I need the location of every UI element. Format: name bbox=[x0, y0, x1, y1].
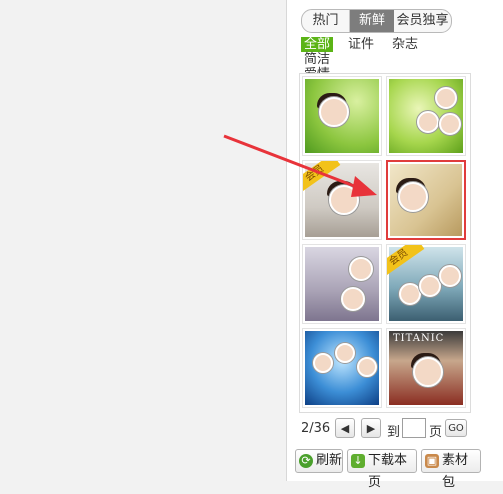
thumbnail-title: TITANIC bbox=[393, 333, 445, 344]
template-thumbnail[interactable]: 会员 bbox=[302, 160, 382, 240]
tab-new[interactable]: 新鲜 bbox=[350, 10, 394, 32]
category-magazine[interactable]: 杂志 bbox=[389, 37, 421, 52]
template-thumbnail[interactable]: TITANIC bbox=[386, 328, 466, 408]
template-thumbnail[interactable] bbox=[386, 76, 466, 156]
download-label: 下载本页 bbox=[368, 453, 408, 490]
thumbnail-image bbox=[390, 164, 462, 236]
thumbnail-image bbox=[305, 331, 379, 405]
thumbnail-image bbox=[305, 247, 379, 321]
go-button[interactable]: GO bbox=[445, 419, 467, 437]
template-panel: 热门 新鲜 会员独享 全部证件杂志简洁爱情 会员 bbox=[286, 0, 503, 490]
template-thumbnail[interactable] bbox=[302, 76, 382, 156]
refresh-button[interactable]: ⟳ 刷新 bbox=[295, 449, 343, 473]
category-id[interactable]: 证件 bbox=[345, 37, 377, 52]
tab-member-exclusive[interactable]: 会员独享 bbox=[394, 10, 451, 32]
page-unit-label: 页 bbox=[429, 425, 443, 440]
next-page-button[interactable]: ▶ bbox=[361, 418, 381, 438]
template-thumbnail[interactable] bbox=[302, 244, 382, 324]
package-icon: ▣ bbox=[425, 454, 439, 468]
template-grid: 会员 会员 TITANIC bbox=[299, 73, 471, 413]
refresh-label: 刷新 bbox=[316, 453, 343, 468]
thumbnail-image bbox=[305, 79, 379, 153]
template-thumbnail[interactable] bbox=[302, 328, 382, 408]
goto-label: 到 bbox=[387, 425, 401, 440]
chevron-right-icon: ▶ bbox=[366, 422, 376, 435]
download-icon: ↓ bbox=[351, 454, 365, 468]
category-simple[interactable]: 简洁 bbox=[301, 52, 333, 67]
tab-bar: 热门 新鲜 会员独享 bbox=[301, 9, 452, 33]
tab-hot[interactable]: 热门 bbox=[302, 10, 350, 32]
download-page-button[interactable]: ↓ 下载本页 bbox=[347, 449, 417, 490]
material-pack-button[interactable]: ▣ 素材包 bbox=[421, 449, 481, 490]
category-all[interactable]: 全部 bbox=[301, 37, 334, 52]
prev-page-button[interactable]: ◀ bbox=[335, 418, 355, 438]
pagination: 2/36 ◀ ▶ 到 页 GO bbox=[301, 418, 491, 440]
chevron-left-icon: ◀ bbox=[340, 422, 350, 435]
template-thumbnail[interactable]: 会员 bbox=[386, 244, 466, 324]
refresh-icon: ⟳ bbox=[299, 454, 313, 468]
template-thumbnail-selected[interactable] bbox=[386, 160, 466, 240]
thumbnail-image bbox=[389, 79, 463, 153]
material-label: 素材包 bbox=[442, 453, 469, 490]
page-indicator: 2/36 bbox=[301, 421, 331, 436]
page-number-input[interactable] bbox=[402, 418, 426, 438]
